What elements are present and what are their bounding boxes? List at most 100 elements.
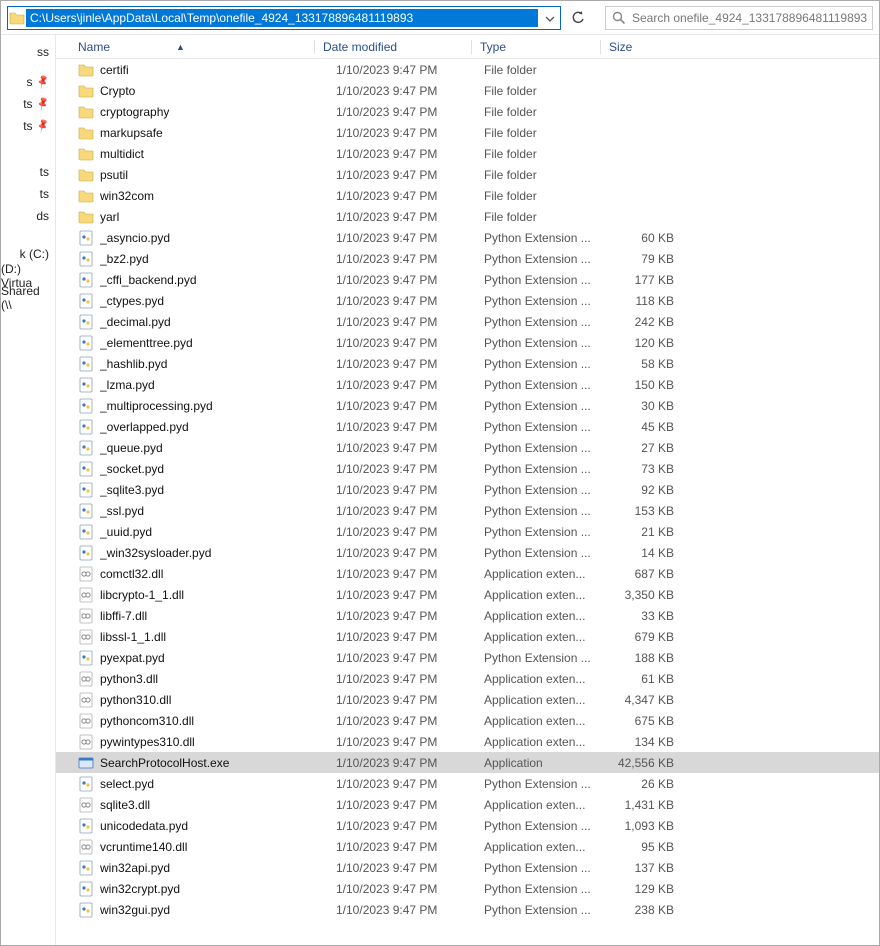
- file-date: 1/10/2023 9:47 PM: [336, 651, 484, 665]
- file-name: win32api.pyd: [100, 861, 170, 875]
- file-row[interactable]: win32com1/10/2023 9:47 PMFile folder: [56, 185, 879, 206]
- file-row[interactable]: _win32sysloader.pyd1/10/2023 9:47 PMPyth…: [56, 542, 879, 563]
- file-date: 1/10/2023 9:47 PM: [336, 168, 484, 182]
- file-row[interactable]: _queue.pyd1/10/2023 9:47 PMPython Extens…: [56, 437, 879, 458]
- folder-icon: [78, 209, 94, 225]
- address-toolbar: C:\Users\jinle\AppData\Local\Temp\onefil…: [1, 1, 879, 35]
- file-type: Python Extension ...: [484, 231, 604, 245]
- nav-item[interactable]: ts📌: [1, 115, 55, 137]
- file-row[interactable]: multidict1/10/2023 9:47 PMFile folder: [56, 143, 879, 164]
- file-row[interactable]: SearchProtocolHost.exe1/10/2023 9:47 PMA…: [56, 752, 879, 773]
- file-type: File folder: [484, 168, 604, 182]
- file-row[interactable]: yarl1/10/2023 9:47 PMFile folder: [56, 206, 879, 227]
- sort-indicator-icon: ▲: [176, 42, 185, 52]
- file-row[interactable]: psutil 1/10/2023 9:47 PMFile folder: [56, 164, 879, 185]
- file-row[interactable]: win32gui.pyd1/10/2023 9:47 PMPython Exte…: [56, 899, 879, 920]
- pyd-icon: [78, 272, 94, 288]
- file-date: 1/10/2023 9:47 PM: [336, 63, 484, 77]
- file-row[interactable]: win32crypt.pyd1/10/2023 9:47 PMPython Ex…: [56, 878, 879, 899]
- header-type[interactable]: Type: [480, 40, 600, 54]
- file-name: libssl-1_1.dll: [100, 630, 166, 644]
- file-row[interactable]: _hashlib.pyd1/10/2023 9:47 PMPython Exte…: [56, 353, 879, 374]
- file-row[interactable]: vcruntime140.dll1/10/2023 9:47 PMApplica…: [56, 836, 879, 857]
- file-date: 1/10/2023 9:47 PM: [336, 777, 484, 791]
- file-date: 1/10/2023 9:47 PM: [336, 210, 484, 224]
- file-row[interactable]: win32api.pyd1/10/2023 9:47 PMPython Exte…: [56, 857, 879, 878]
- file-row[interactable]: unicodedata.pyd1/10/2023 9:47 PMPython E…: [56, 815, 879, 836]
- pin-icon: 📌: [35, 118, 51, 134]
- file-row[interactable]: _overlapped.pyd1/10/2023 9:47 PMPython E…: [56, 416, 879, 437]
- file-row[interactable]: cryptography1/10/2023 9:47 PMFile folder: [56, 101, 879, 122]
- file-type: Python Extension ...: [484, 903, 604, 917]
- file-name: sqlite3.dll: [100, 798, 150, 812]
- header-name[interactable]: Name ▲: [56, 40, 314, 54]
- search-box[interactable]: Search onefile_4924_133178896481119893: [605, 6, 873, 30]
- file-size: 42,556 KB: [604, 756, 674, 770]
- file-row[interactable]: _asyncio.pyd1/10/2023 9:47 PMPython Exte…: [56, 227, 879, 248]
- file-date: 1/10/2023 9:47 PM: [336, 819, 484, 833]
- file-size: 61 KB: [604, 672, 674, 686]
- file-row[interactable]: libcrypto-1_1.dll1/10/2023 9:47 PMApplic…: [56, 584, 879, 605]
- file-row[interactable]: certifi1/10/2023 9:47 PMFile folder: [56, 59, 879, 80]
- file-row[interactable]: comctl32.dll1/10/2023 9:47 PMApplication…: [56, 563, 879, 584]
- nav-item[interactable]: ss: [1, 41, 55, 63]
- file-row[interactable]: python3.dll1/10/2023 9:47 PMApplication …: [56, 668, 879, 689]
- file-size: 153 KB: [604, 504, 674, 518]
- file-type: Python Extension ...: [484, 462, 604, 476]
- folder-icon: [78, 83, 94, 99]
- address-dropdown[interactable]: [538, 7, 560, 29]
- file-row[interactable]: _socket.pyd1/10/2023 9:47 PMPython Exten…: [56, 458, 879, 479]
- file-row[interactable]: _decimal.pyd1/10/2023 9:47 PMPython Exte…: [56, 311, 879, 332]
- nav-item[interactable]: Shared (\\: [1, 287, 55, 309]
- pyd-icon: [78, 230, 94, 246]
- file-row[interactable]: _multiprocessing.pyd1/10/2023 9:47 PMPyt…: [56, 395, 879, 416]
- file-row[interactable]: _elementtree.pyd1/10/2023 9:47 PMPython …: [56, 332, 879, 353]
- file-row[interactable]: libffi-7.dll1/10/2023 9:47 PMApplication…: [56, 605, 879, 626]
- file-row[interactable]: libssl-1_1.dll1/10/2023 9:47 PMApplicati…: [56, 626, 879, 647]
- file-row[interactable]: pyexpat.pyd1/10/2023 9:47 PMPython Exten…: [56, 647, 879, 668]
- nav-item[interactable]: s📌: [1, 71, 55, 93]
- file-name: certifi: [100, 63, 129, 77]
- file-name: _hashlib.pyd: [100, 357, 167, 371]
- file-name: vcruntime140.dll: [100, 840, 187, 854]
- file-name: psutil: [100, 168, 128, 182]
- pyd-icon: [78, 251, 94, 267]
- file-row[interactable]: markupsafe1/10/2023 9:47 PMFile folder: [56, 122, 879, 143]
- nav-pane[interactable]: sss📌ts📌ts📌tstsdsk (C:)(D:) VirtuaShared …: [1, 35, 56, 945]
- file-row[interactable]: _sqlite3.pyd1/10/2023 9:47 PMPython Exte…: [56, 479, 879, 500]
- file-size: 30 KB: [604, 399, 674, 413]
- file-row[interactable]: sqlite3.dll1/10/2023 9:47 PMApplication …: [56, 794, 879, 815]
- address-bar[interactable]: C:\Users\jinle\AppData\Local\Temp\onefil…: [7, 6, 561, 30]
- nav-item[interactable]: ts📌: [1, 93, 55, 115]
- file-row[interactable]: _uuid.pyd1/10/2023 9:47 PMPython Extensi…: [56, 521, 879, 542]
- header-size[interactable]: Size: [609, 40, 679, 54]
- file-row[interactable]: _bz2.pyd1/10/2023 9:47 PMPython Extensio…: [56, 248, 879, 269]
- file-row[interactable]: pythoncom310.dll1/10/2023 9:47 PMApplica…: [56, 710, 879, 731]
- nav-item[interactable]: ts: [1, 161, 55, 183]
- file-date: 1/10/2023 9:47 PM: [336, 798, 484, 812]
- file-row[interactable]: _ssl.pyd1/10/2023 9:47 PMPython Extensio…: [56, 500, 879, 521]
- file-list[interactable]: certifi1/10/2023 9:47 PMFile folderCrypt…: [56, 59, 879, 945]
- pyd-icon: [78, 356, 94, 372]
- file-row[interactable]: select.pyd1/10/2023 9:47 PMPython Extens…: [56, 773, 879, 794]
- file-name: _multiprocessing.pyd: [100, 399, 213, 413]
- file-date: 1/10/2023 9:47 PM: [336, 105, 484, 119]
- file-type: Python Extension ...: [484, 399, 604, 413]
- file-row[interactable]: Crypto1/10/2023 9:47 PMFile folder: [56, 80, 879, 101]
- header-date[interactable]: Date modified: [323, 40, 471, 54]
- file-row[interactable]: _ctypes.pyd1/10/2023 9:47 PMPython Exten…: [56, 290, 879, 311]
- address-path[interactable]: C:\Users\jinle\AppData\Local\Temp\onefil…: [26, 9, 538, 27]
- file-size: 687 KB: [604, 567, 674, 581]
- file-row[interactable]: _cffi_backend.pyd1/10/2023 9:47 PMPython…: [56, 269, 879, 290]
- dll-icon: [78, 839, 94, 855]
- folder-icon: [8, 9, 26, 27]
- file-row[interactable]: python310.dll1/10/2023 9:47 PMApplicatio…: [56, 689, 879, 710]
- file-date: 1/10/2023 9:47 PM: [336, 336, 484, 350]
- nav-item[interactable]: ds: [1, 205, 55, 227]
- file-row[interactable]: pywintypes310.dll1/10/2023 9:47 PMApplic…: [56, 731, 879, 752]
- pyd-icon: [78, 314, 94, 330]
- nav-item[interactable]: ts: [1, 183, 55, 205]
- file-row[interactable]: _lzma.pyd1/10/2023 9:47 PMPython Extensi…: [56, 374, 879, 395]
- refresh-button[interactable]: [565, 6, 591, 30]
- pyd-icon: [78, 503, 94, 519]
